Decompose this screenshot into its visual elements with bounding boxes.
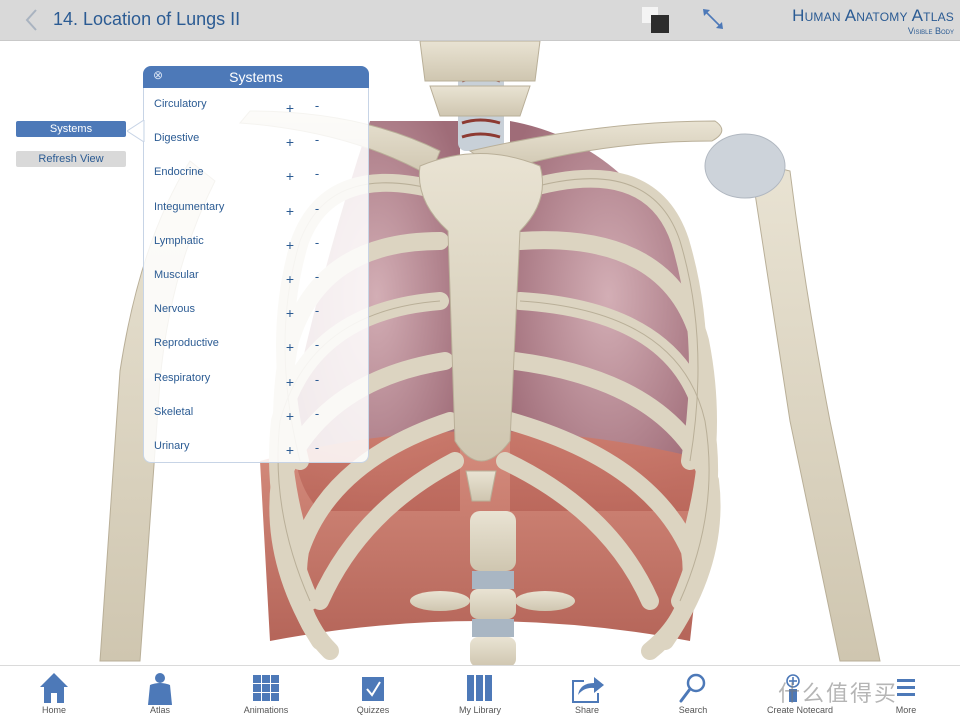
- cervical-vertebrae: [419, 41, 541, 117]
- show-system-button[interactable]: +: [283, 100, 297, 116]
- tab-label: Quizzes: [356, 705, 390, 715]
- brand-title: Human Anatomy Atlas: [792, 6, 954, 25]
- system-label[interactable]: Respiratory: [154, 372, 210, 384]
- system-label[interactable]: Digestive: [154, 132, 199, 144]
- expand-button[interactable]: [700, 6, 726, 32]
- tab-label: Search: [678, 705, 708, 715]
- tab-quizzes[interactable]: Quizzes: [325, 666, 421, 720]
- bottom-tab-bar: Home Atlas Animations Quizzes My Library…: [0, 665, 960, 720]
- system-label[interactable]: Integumentary: [154, 201, 224, 213]
- systems-panel: ⊗ Systems Circulatory + - Digestive + - Endocr…: [143, 66, 369, 463]
- back-button[interactable]: [20, 7, 44, 33]
- search-icon: [679, 673, 706, 703]
- tab-share[interactable]: Share: [539, 666, 635, 720]
- tab-label: Share: [574, 705, 600, 715]
- system-label[interactable]: Lymphatic: [154, 235, 204, 247]
- system-row-endocrine: Endocrine + -: [144, 160, 370, 194]
- brand-subtitle: Visible Body: [907, 26, 954, 36]
- tab-label: Atlas: [149, 705, 170, 715]
- show-system-button[interactable]: +: [283, 442, 297, 458]
- hide-system-button[interactable]: -: [311, 406, 323, 422]
- tab-label: My Library: [458, 705, 501, 715]
- layers-toggle-icon-front: [651, 15, 669, 33]
- tab-create-notecard[interactable]: Create Notecard: [752, 666, 848, 720]
- hide-system-button[interactable]: -: [311, 166, 323, 182]
- body-icon: [148, 673, 172, 705]
- systems-list: Circulatory + - Digestive + - Endocrine + - Integ…: [143, 88, 369, 463]
- tab-more[interactable]: More: [858, 666, 954, 720]
- hide-system-button[interactable]: -: [311, 337, 323, 353]
- checkbox-icon: [362, 677, 384, 701]
- tab-atlas[interactable]: Atlas: [112, 666, 208, 720]
- system-row-nervous: Nervous + -: [144, 297, 370, 331]
- app-window: 14. Location of Lungs II Human Anatomy A…: [0, 0, 960, 720]
- hide-system-button[interactable]: -: [311, 201, 323, 217]
- hide-system-button[interactable]: -: [311, 132, 323, 148]
- tab-label: Home: [41, 705, 66, 715]
- hide-system-button[interactable]: -: [311, 303, 323, 319]
- show-system-button[interactable]: +: [283, 339, 297, 355]
- popover-pointer: [127, 120, 145, 142]
- page-title: 14. Location of Lungs II: [53, 9, 241, 29]
- expand-arrows-icon: [703, 9, 723, 29]
- hide-system-button[interactable]: -: [311, 372, 323, 388]
- chevron-left-icon: [25, 9, 37, 31]
- system-row-digestive: Digestive + -: [144, 126, 370, 160]
- show-system-button[interactable]: +: [283, 305, 297, 321]
- more-icon: [897, 679, 915, 696]
- refresh-view-button[interactable]: Refresh View: [16, 151, 126, 167]
- system-row-lymphatic: Lymphatic + -: [144, 229, 370, 263]
- tab-label: More: [895, 705, 917, 715]
- tab-animations[interactable]: Animations: [218, 666, 314, 720]
- hide-system-button[interactable]: -: [311, 269, 323, 285]
- shoulder-joint: [704, 133, 786, 199]
- system-label[interactable]: Muscular: [154, 269, 199, 281]
- tab-label: Animations: [243, 705, 289, 715]
- notecard-icon: [786, 674, 800, 702]
- system-row-skeletal: Skeletal + -: [144, 400, 370, 434]
- hide-system-button[interactable]: -: [311, 440, 323, 456]
- system-row-reproductive: Reproductive + -: [144, 331, 370, 365]
- books-icon: [467, 675, 492, 701]
- systems-panel-title: Systems: [229, 69, 283, 85]
- system-label[interactable]: Circulatory: [154, 98, 207, 110]
- system-row-respiratory: Respiratory + -: [144, 366, 370, 400]
- brand-logo: Human Anatomy Atlas Visible Body: [792, 6, 954, 36]
- left-humerus: [749, 160, 881, 662]
- show-system-button[interactable]: +: [283, 374, 297, 390]
- system-label[interactable]: Reproductive: [154, 337, 219, 349]
- share-icon: [572, 677, 604, 703]
- show-system-button[interactable]: +: [283, 168, 297, 184]
- home-icon: [40, 673, 68, 703]
- show-system-button[interactable]: +: [283, 134, 297, 150]
- tab-search[interactable]: Search: [645, 666, 741, 720]
- top-bar: 14. Location of Lungs II Human Anatomy A…: [0, 0, 960, 41]
- hide-system-button[interactable]: -: [311, 98, 323, 114]
- show-system-button[interactable]: +: [283, 237, 297, 253]
- view-toggle-button[interactable]: [642, 7, 670, 35]
- show-system-button[interactable]: +: [283, 203, 297, 219]
- show-system-button[interactable]: +: [283, 271, 297, 287]
- system-label[interactable]: Skeletal: [154, 406, 193, 418]
- system-row-circulatory: Circulatory + -: [144, 92, 370, 126]
- show-system-button[interactable]: +: [283, 408, 297, 424]
- system-row-urinary: Urinary + -: [144, 434, 370, 468]
- tab-home[interactable]: Home: [6, 666, 102, 720]
- system-row-muscular: Muscular + -: [144, 263, 370, 297]
- systems-button[interactable]: Systems: [16, 121, 126, 137]
- system-label[interactable]: Urinary: [154, 440, 189, 452]
- hide-system-button[interactable]: -: [311, 235, 323, 251]
- systems-panel-header: ⊗ Systems: [143, 66, 369, 88]
- tab-label: Create Notecard: [766, 705, 834, 715]
- grid-icon: [253, 675, 279, 701]
- system-label[interactable]: Nervous: [154, 303, 195, 315]
- system-row-integumentary: Integumentary + -: [144, 195, 370, 229]
- tab-my-library[interactable]: My Library: [432, 666, 528, 720]
- system-label[interactable]: Endocrine: [154, 166, 204, 178]
